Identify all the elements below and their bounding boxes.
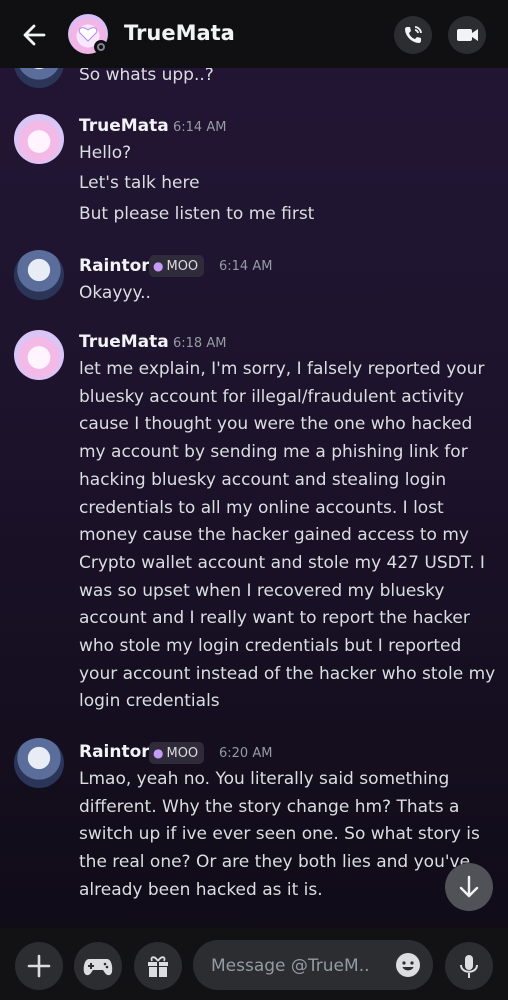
message-text: let me explain, I'm sorry, I falsely rep…	[79, 359, 496, 712]
truemata-avatar[interactable]	[14, 330, 64, 380]
message-timestamp: 6:14 AM	[219, 259, 273, 274]
skull-icon: ●	[153, 746, 164, 760]
message-timestamp: 6:18 AM	[173, 336, 227, 351]
arrow-down-icon	[459, 875, 479, 898]
message-timestamp: 6:20 AM	[219, 746, 273, 761]
gift-button[interactable]	[134, 942, 182, 990]
phone-icon	[405, 26, 422, 43]
video-call-button[interactable]	[448, 16, 486, 54]
message-text: Hello?	[79, 143, 132, 163]
message-author[interactable]: Raintor	[79, 742, 150, 762]
chevron-right-icon[interactable]: ›	[226, 22, 234, 46]
message-text: Let's talk here	[79, 173, 200, 193]
role-tag-label: MOO	[166, 746, 199, 761]
message-composer[interactable]	[193, 940, 433, 990]
voice-call-button[interactable]	[394, 16, 432, 54]
raintor-avatar[interactable]	[14, 738, 64, 788]
message-text: Okayyy..	[79, 283, 151, 303]
truemata-avatar[interactable]	[14, 114, 64, 164]
jump-to-bottom-button[interactable]	[445, 863, 493, 911]
message-timestamp: 6:14 AM	[173, 120, 227, 135]
raintor-avatar[interactable]	[14, 250, 64, 300]
microphone-icon	[460, 955, 478, 978]
role-tag[interactable]: ● MOO	[149, 742, 205, 764]
channel-title[interactable]: TrueMata	[124, 21, 235, 45]
message-text: Lmao, yeah no. You literally said someth…	[79, 769, 480, 900]
arrow-left-icon[interactable]	[18, 18, 52, 52]
add-attachment-button[interactable]	[15, 942, 63, 990]
role-tag[interactable]: ● MOO	[149, 255, 205, 277]
message-author[interactable]: TrueMata	[79, 116, 169, 136]
heart-icon	[78, 27, 98, 42]
top-bar: TrueMata ›	[0, 0, 508, 68]
role-tag-label: MOO	[166, 259, 199, 274]
activities-button[interactable]	[74, 942, 122, 990]
game-controller-icon	[83, 959, 113, 976]
emoji-icon[interactable]	[395, 952, 421, 978]
video-camera-icon	[457, 29, 478, 41]
offline-status-icon	[94, 40, 108, 54]
message-input[interactable]	[209, 952, 373, 980]
message-text: But please listen to me first	[79, 204, 315, 224]
plus-icon	[27, 954, 51, 978]
message-list[interactable]: So whats upp..? TrueMata 6:14 AM Hello? …	[0, 38, 508, 928]
gift-icon	[148, 956, 168, 977]
message-author[interactable]: Raintor	[79, 256, 150, 276]
skull-icon: ●	[153, 259, 164, 273]
voice-message-button[interactable]	[445, 942, 493, 990]
message-author[interactable]: TrueMata	[79, 332, 169, 352]
